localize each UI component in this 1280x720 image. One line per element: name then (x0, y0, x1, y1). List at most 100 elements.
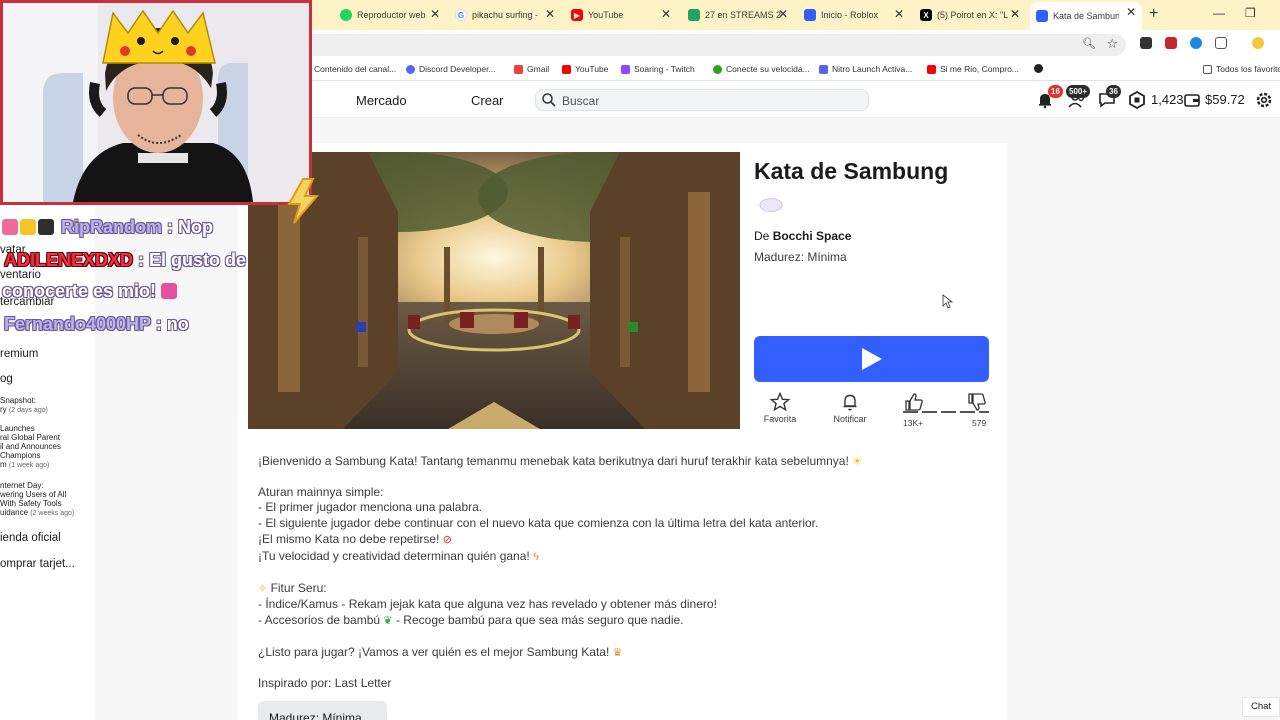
bookmark-star-icon[interactable]: ☆ (1106, 36, 1118, 52)
stream-chat-message: RipRandom : Nop (2, 217, 213, 238)
description-inspired: Inspirado por: Last Letter (258, 676, 392, 690)
close-tab-icon[interactable]: ✕ (894, 7, 904, 21)
tab-youtube[interactable]: ▶ YouTube ✕ (571, 4, 671, 26)
gear-icon[interactable] (1255, 91, 1273, 109)
description-features-title: ✧ Fitur Seru: (258, 581, 327, 595)
address-bar[interactable]: 🔍︎ ☆ (300, 34, 1126, 56)
bookmark-item[interactable]: Conecte su velocida... (713, 64, 810, 74)
gmail-icon (514, 64, 523, 74)
game-thumbnail[interactable] (248, 152, 740, 429)
close-tab-icon[interactable]: ✕ (661, 7, 671, 21)
roblox-icon (1036, 10, 1048, 22)
youtube-icon: ▶ (571, 9, 583, 21)
play-button[interactable] (754, 336, 989, 382)
extension-icon[interactable] (1190, 37, 1202, 49)
robux-icon[interactable] (1128, 91, 1146, 109)
tab-roblox-home[interactable]: Inicio - Roblox ✕ (804, 4, 904, 26)
tab-google-search[interactable]: G pikachu surfing - ✕ (455, 4, 555, 26)
bookmark-item[interactable]: Contenido del canal... (314, 64, 396, 74)
notifications-badge: 16 (1048, 85, 1063, 98)
description-rules-title: Aturan mainnya simple: (258, 485, 384, 499)
tab-spotify[interactable]: Reproductor web ✕ (340, 4, 440, 26)
stream-chat-message: Fernando4000HP : no (4, 314, 189, 334)
friends-badge: 500+ (1066, 85, 1091, 98)
blog-post-link[interactable]: Launches ral Global Parent il and Announ… (0, 424, 61, 470)
roblox-icon (804, 9, 816, 21)
globe-icon (1034, 64, 1043, 73)
nav-create[interactable]: Crear (471, 93, 504, 108)
prohibited-emoji-icon: ⊘ (442, 534, 452, 546)
streamer-camera-image (3, 3, 309, 202)
trophy-emoji-icon: ♛ (612, 647, 623, 659)
chat-badge-icon (38, 219, 54, 235)
chat-emote-icon (161, 283, 178, 299)
chat-badge-icon (2, 219, 18, 235)
game-scene-image (248, 152, 740, 429)
robux-balance[interactable]: 1,423 (1151, 92, 1184, 107)
bookmark-item[interactable]: Discord Developer... (406, 64, 496, 74)
close-tab-icon[interactable]: ✕ (430, 7, 440, 21)
star-icon (770, 392, 790, 412)
close-tab-icon[interactable]: ✕ (778, 7, 788, 21)
bell-outline-icon (843, 394, 857, 411)
tab-sheets[interactable]: 27 en STREAMS 2 ✕ (688, 4, 788, 26)
zoom-icon[interactable]: 🔍︎ (1082, 37, 1096, 50)
close-tab-icon[interactable]: ✕ (545, 7, 555, 21)
description-feature: - Índice/Kamus - Rekam jejak kata que al… (258, 597, 717, 611)
tab-kata-de-sambung[interactable]: Kata de Sambung ✕ (1030, 2, 1142, 30)
creator-link[interactable]: Bocchi Space (773, 229, 852, 243)
blog-post-link[interactable]: nternet Day: wering Users of All With Sa… (0, 481, 74, 518)
sun-emoji-icon: ☀ (852, 456, 863, 468)
profile-avatar[interactable] (1252, 37, 1264, 49)
bookmark-item[interactable]: Nitro Launch Activa... (819, 64, 912, 74)
game-title: Kata de Sambung (754, 158, 949, 184)
wallet-icon[interactable] (1183, 91, 1201, 109)
close-tab-icon[interactable]: ✕ (1126, 5, 1136, 19)
bookmark-item[interactable]: Gmail (514, 64, 549, 74)
extension-icon[interactable] (1140, 37, 1152, 49)
bookmark-item[interactable]: Soaring - Twitch (621, 64, 695, 74)
tab-x[interactable]: X (5) Poirot en X: "L ✕ (920, 4, 1020, 26)
sidebar-item-gift-cards[interactable]: omprar tarjet... (0, 558, 75, 570)
extension-icon[interactable] (1165, 37, 1177, 49)
search-input[interactable] (562, 92, 852, 109)
bookmark-item[interactable]: Si me Rio, Compro... (927, 64, 1019, 74)
bookmark-item[interactable]: YouTube (562, 64, 608, 74)
description-ready: ¿Listo para jugar? ¡Vamos a ver quién es… (258, 645, 623, 659)
bamboo-emoji-icon: ❦ (383, 615, 393, 627)
maturity-chip: Madurez: Mínima (258, 701, 387, 720)
play-icon (862, 348, 882, 370)
blog-post-link[interactable]: Snapshot: ry (2 days ago) (0, 396, 48, 415)
close-tab-icon[interactable]: ✕ (1010, 7, 1020, 21)
sidebar-item-premium[interactable]: remium (0, 348, 38, 360)
folder-icon (1203, 64, 1212, 74)
search-icon (542, 93, 556, 107)
minimize-icon[interactable]: — (1213, 6, 1225, 20)
stream-chat-message: ADILENEXDXD : El gusto de (4, 250, 247, 270)
thumbs-up-icon[interactable] (904, 392, 924, 412)
new-tab-button[interactable]: + (1149, 5, 1158, 23)
x-logo-icon: X (920, 9, 932, 21)
nitro-icon (819, 64, 828, 74)
restore-icon[interactable]: ❐ (1245, 6, 1256, 20)
notify-button[interactable]: Notificar (829, 392, 871, 424)
thumbs-down-icon[interactable] (967, 392, 987, 412)
extensions-puzzle-icon[interactable] (1215, 37, 1227, 49)
youtube-icon (562, 64, 571, 74)
description-rule: - El primer jugador menciona una palabra… (258, 500, 483, 514)
all-bookmarks-folder[interactable]: Todos los favoritos (1203, 64, 1280, 74)
wallet-balance[interactable]: $59.72 (1205, 92, 1245, 107)
favorite-button[interactable]: Favorita (762, 392, 798, 424)
chat-button[interactable]: Chat (1242, 697, 1280, 717)
sidebar-item-blog[interactable]: og (0, 373, 13, 385)
description-welcome: ¡Bienvenido a Sambung Kata! Tantang tema… (258, 454, 863, 468)
description-feature: - Accesorios de bambú ❦ - Recoge bambú p… (258, 613, 684, 627)
search-box[interactable] (535, 89, 869, 111)
bookmark-item[interactable] (1034, 64, 1047, 73)
chat-badge-icon (20, 219, 36, 235)
google-icon: G (455, 9, 467, 21)
lightning-emoji-icon: ϟ (533, 551, 539, 563)
speech-bubble-icon (759, 198, 783, 214)
sidebar-item-official-store[interactable]: ienda oficial (0, 532, 61, 544)
nav-marketplace[interactable]: Mercado (356, 93, 407, 108)
